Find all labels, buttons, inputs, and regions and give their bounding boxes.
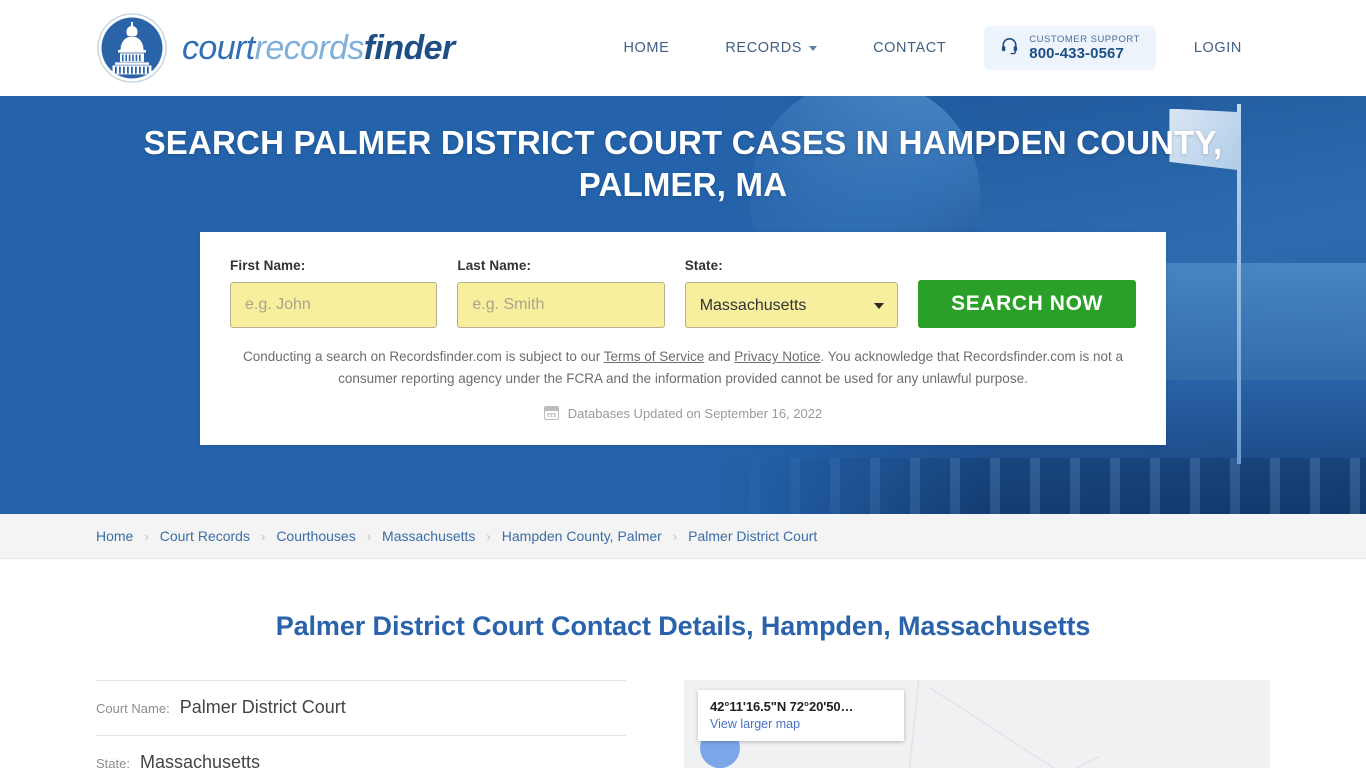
breadcrumb-separator-icon: › <box>366 528 372 544</box>
nav-item-login[interactable]: LOGIN <box>1166 30 1270 66</box>
first-name-input[interactable] <box>230 282 438 329</box>
nav-item-records[interactable]: RECORDS <box>697 30 845 66</box>
search-form-card: First Name: Last Name: State: Massachuse… <box>200 232 1166 445</box>
state-select[interactable]: Massachusetts <box>684 282 899 329</box>
first-name-field-group: First Name: <box>230 258 438 329</box>
disclaimer-part-1: Conducting a search on Recordsfinder.com… <box>243 349 604 365</box>
map-info-card: 42°11'16.5"N 72°20'50… View larger map <box>698 690 904 741</box>
privacy-notice-link[interactable]: Privacy Notice <box>734 349 820 364</box>
nav-item-login-label: LOGIN <box>1193 39 1242 56</box>
chevron-down-icon <box>809 46 818 52</box>
contact-details-heading: Palmer District Court Contact Details, H… <box>275 611 1091 641</box>
first-name-label: First Name: <box>230 258 306 274</box>
breadcrumb-item-6: Palmer District Court <box>688 528 818 544</box>
breadcrumb-separator-icon: › <box>672 528 678 544</box>
contact-details-table: Court Name: Palmer District Court State: Ma… <box>96 680 626 768</box>
detail-value: Palmer District Court <box>179 697 346 717</box>
nav-item-home[interactable]: HOME <box>595 30 697 66</box>
site-header: courtrecordsfinder HOME RECORDS CONTACT … <box>0 0 1366 96</box>
support-phone-number: 800-433-0567 <box>1029 44 1124 62</box>
breadcrumb-item-1[interactable]: Home <box>96 528 133 544</box>
database-updated-row: Databases Updated on September 16, 2022 <box>230 406 1136 421</box>
view-larger-map-link[interactable]: View larger map <box>710 717 882 731</box>
terms-of-service-link[interactable]: Terms of Service <box>604 349 705 364</box>
database-updated-text: Databases Updated on September 16, 2022 <box>567 405 823 421</box>
nav-item-records-label: RECORDS <box>725 39 803 56</box>
customer-support-button[interactable]: CUSTOMER SUPPORT 800-433-0567 <box>984 25 1156 71</box>
search-disclaimer: Conducting a search on Recordsfinder.com… <box>238 346 1128 390</box>
people-search-form: First Name: Last Name: State: Massachuse… <box>230 258 1137 329</box>
location-map[interactable]: 42°11'16.5"N 72°20'50… View larger map <box>684 680 1270 768</box>
detail-key: Court Name: <box>96 701 170 716</box>
nav-item-contact-label: CONTACT <box>873 39 947 56</box>
map-coordinates: 42°11'16.5"N 72°20'50… <box>710 699 854 714</box>
headset-icon <box>1000 36 1019 60</box>
state-field-group: State: Massachusetts <box>684 258 899 329</box>
breadcrumb-item-3[interactable]: Courthouses <box>276 528 355 544</box>
breadcrumb-separator-icon: › <box>260 528 266 544</box>
support-label: CUSTOMER SUPPORT <box>1029 33 1140 45</box>
detail-row: State: Massachusetts <box>96 735 626 768</box>
detail-value: Massachusetts <box>139 752 261 768</box>
search-now-button[interactable]: SEARCH NOW <box>918 280 1137 329</box>
detail-row: Court Name: Palmer District Court <box>96 680 626 735</box>
breadcrumb: Home › Court Records › Courthouses › Massachus… <box>0 514 1366 559</box>
last-name-input[interactable] <box>457 282 665 329</box>
capitol-dome-icon <box>96 12 168 84</box>
calendar-icon <box>543 406 559 421</box>
last-name-field-group: Last Name: <box>457 258 665 329</box>
breadcrumb-separator-icon: › <box>144 528 149 544</box>
nav-item-home-label: HOME <box>623 39 670 56</box>
main-content: Palmer District Court Contact Details, H… <box>0 611 1366 768</box>
map-road <box>928 686 1090 768</box>
breadcrumb-separator-icon: › <box>486 528 491 544</box>
nav-item-contact[interactable]: CONTACT <box>845 30 974 66</box>
brand-wordmark: courtrecordsfinder <box>182 31 455 65</box>
contact-details-grid: Court Name: Palmer District Court State: Ma… <box>96 680 1270 768</box>
brand-word-finder: finder <box>363 29 455 67</box>
breadcrumb-list: Home › Court Records › Courthouses › Massachus… <box>96 528 817 544</box>
detail-key: State: <box>96 756 130 768</box>
disclaimer-part-2: and <box>704 349 735 365</box>
breadcrumb-item-4[interactable]: Massachusetts <box>382 528 475 544</box>
brand-logo-link[interactable]: courtrecordsfinder <box>96 12 455 84</box>
hero-section: SEARCH PALMER DISTRICT COURT CASES IN HA… <box>0 96 1366 514</box>
last-name-label: Last Name: <box>457 258 532 274</box>
support-text-block: CUSTOMER SUPPORT 800-433-0567 <box>1029 34 1140 63</box>
brand-word-court: court <box>182 29 255 67</box>
page-title: SEARCH PALMER DISTRICT COURT CASES IN HA… <box>143 124 1223 203</box>
brand-word-records: records <box>254 29 365 67</box>
state-label: State: <box>684 258 723 274</box>
breadcrumb-item-5[interactable]: Hampden County, Palmer <box>502 528 662 544</box>
breadcrumb-item-2[interactable]: Court Records <box>160 528 250 544</box>
main-navigation: HOME RECORDS CONTACT CUSTOMER SUPPORT 80… <box>595 25 1270 71</box>
